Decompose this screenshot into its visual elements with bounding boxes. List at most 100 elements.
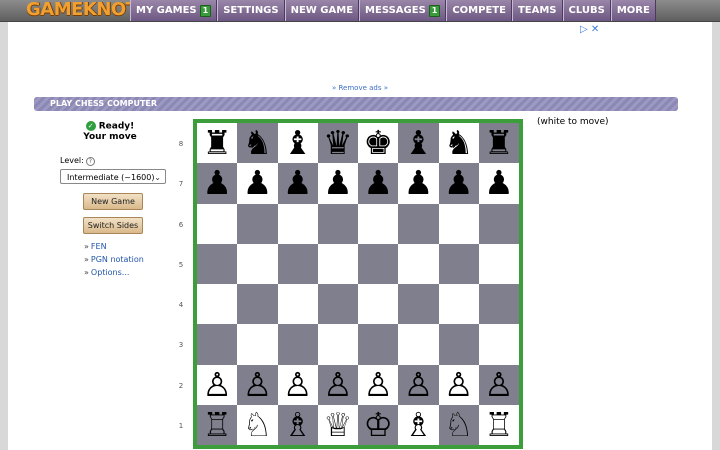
square-h7[interactable]: ♟: [478, 163, 519, 204]
square-g6[interactable]: [438, 203, 479, 244]
chess-piece[interactable]: ♔: [363, 405, 393, 445]
square-c1[interactable]: ♗: [277, 404, 318, 445]
nav-teams[interactable]: TEAMS: [511, 0, 563, 21]
square-c8[interactable]: ♝: [277, 123, 318, 164]
chess-piece[interactable]: ♘: [444, 405, 474, 445]
chess-piece[interactable]: ♙: [363, 365, 393, 405]
square-a7[interactable]: ♟: [197, 163, 238, 204]
chess-piece[interactable]: ♜: [484, 123, 514, 163]
chess-piece[interactable]: ♞: [243, 123, 273, 163]
square-b2[interactable]: ♙: [237, 364, 278, 405]
square-b5[interactable]: [237, 243, 278, 284]
pgn-notation-link[interactable]: » PGN notation: [84, 253, 144, 266]
nav-messages[interactable]: MESSAGES 1: [359, 0, 447, 21]
square-a1[interactable]: ♖: [197, 404, 238, 445]
square-d5[interactable]: [317, 243, 358, 284]
square-b6[interactable]: [237, 203, 278, 244]
chess-piece[interactable]: ♙: [243, 365, 273, 405]
square-c6[interactable]: [277, 203, 318, 244]
square-c3[interactable]: [277, 324, 318, 365]
square-e8[interactable]: ♚: [358, 123, 399, 164]
chess-piece[interactable]: ♜: [202, 123, 232, 163]
chess-piece[interactable]: ♚: [363, 123, 393, 163]
chess-piece[interactable]: ♞: [444, 123, 474, 163]
square-g8[interactable]: ♞: [438, 123, 479, 164]
square-f7[interactable]: ♟: [398, 163, 439, 204]
square-d8[interactable]: ♛: [317, 123, 358, 164]
nav-new-game[interactable]: NEW GAME: [284, 0, 360, 21]
chess-piece[interactable]: ♝: [283, 123, 313, 163]
square-g7[interactable]: ♟: [438, 163, 479, 204]
nav-more[interactable]: MORE: [610, 0, 656, 21]
chess-piece[interactable]: ♖: [202, 405, 232, 445]
square-f2[interactable]: ♙: [398, 364, 439, 405]
square-d1[interactable]: ♕: [317, 404, 358, 445]
square-g4[interactable]: [438, 284, 479, 325]
square-g2[interactable]: ♙: [438, 364, 479, 405]
chess-piece[interactable]: ♟: [404, 163, 434, 203]
square-a4[interactable]: [197, 284, 238, 325]
switch-sides-button[interactable]: Switch Sides: [83, 217, 143, 234]
square-b7[interactable]: ♟: [237, 163, 278, 204]
new-game-button[interactable]: New Game: [83, 193, 143, 210]
square-h4[interactable]: [478, 284, 519, 325]
square-f6[interactable]: [398, 203, 439, 244]
square-h6[interactable]: [478, 203, 519, 244]
square-h5[interactable]: [478, 243, 519, 284]
square-g1[interactable]: ♘: [438, 404, 479, 445]
square-d2[interactable]: ♙: [317, 364, 358, 405]
site-logo[interactable]: GAMEKNOT: [26, 0, 138, 22]
square-c4[interactable]: [277, 284, 318, 325]
nav-clubs[interactable]: CLUBS: [562, 0, 611, 21]
square-d4[interactable]: [317, 284, 358, 325]
nav-settings[interactable]: SETTINGS: [217, 0, 285, 21]
square-d7[interactable]: ♟: [317, 163, 358, 204]
chess-piece[interactable]: ♟: [243, 163, 273, 203]
chess-piece[interactable]: ♛: [323, 123, 353, 163]
square-a2[interactable]: ♙: [197, 364, 238, 405]
chess-piece[interactable]: ♝: [404, 123, 434, 163]
square-a5[interactable]: [197, 243, 238, 284]
square-e4[interactable]: [358, 284, 399, 325]
square-a3[interactable]: [197, 324, 238, 365]
square-e3[interactable]: [358, 324, 399, 365]
ad-choices-close-icon[interactable]: ▷ ✕: [580, 24, 599, 35]
square-e1[interactable]: ♔: [358, 404, 399, 445]
square-f1[interactable]: ♗: [398, 404, 439, 445]
nav-my-games[interactable]: MY GAMES 1: [130, 0, 218, 21]
help-icon[interactable]: ?: [85, 157, 95, 166]
chess-piece[interactable]: ♙: [283, 365, 313, 405]
chess-piece[interactable]: ♟: [363, 163, 393, 203]
square-f4[interactable]: [398, 284, 439, 325]
options-link[interactable]: » Options...: [84, 266, 144, 279]
square-e2[interactable]: ♙: [358, 364, 399, 405]
chess-piece[interactable]: ♖: [484, 405, 514, 445]
square-b1[interactable]: ♘: [237, 404, 278, 445]
level-select[interactable]: Intermediate (~1600) ⌄: [60, 169, 166, 184]
square-a8[interactable]: ♜: [197, 123, 238, 164]
chess-piece[interactable]: ♙: [323, 365, 353, 405]
square-a6[interactable]: [197, 203, 238, 244]
chess-piece[interactable]: ♗: [283, 405, 313, 445]
chess-piece[interactable]: ♟: [283, 163, 313, 203]
square-g5[interactable]: [438, 243, 479, 284]
square-b3[interactable]: [237, 324, 278, 365]
square-h2[interactable]: ♙: [478, 364, 519, 405]
chess-piece[interactable]: ♗: [404, 405, 434, 445]
nav-compete[interactable]: COMPETE: [446, 0, 512, 21]
square-d3[interactable]: [317, 324, 358, 365]
chess-piece[interactable]: ♙: [484, 365, 514, 405]
chess-piece[interactable]: ♙: [202, 365, 232, 405]
square-f3[interactable]: [398, 324, 439, 365]
chess-piece[interactable]: ♟: [444, 163, 474, 203]
square-g3[interactable]: [438, 324, 479, 365]
square-f8[interactable]: ♝: [398, 123, 439, 164]
square-h8[interactable]: ♜: [478, 123, 519, 164]
chess-piece[interactable]: ♟: [484, 163, 514, 203]
square-h1[interactable]: ♖: [478, 404, 519, 445]
chess-piece[interactable]: ♙: [404, 365, 434, 405]
square-e5[interactable]: [358, 243, 399, 284]
square-c5[interactable]: [277, 243, 318, 284]
square-e6[interactable]: [358, 203, 399, 244]
chess-piece[interactable]: ♟: [202, 163, 232, 203]
